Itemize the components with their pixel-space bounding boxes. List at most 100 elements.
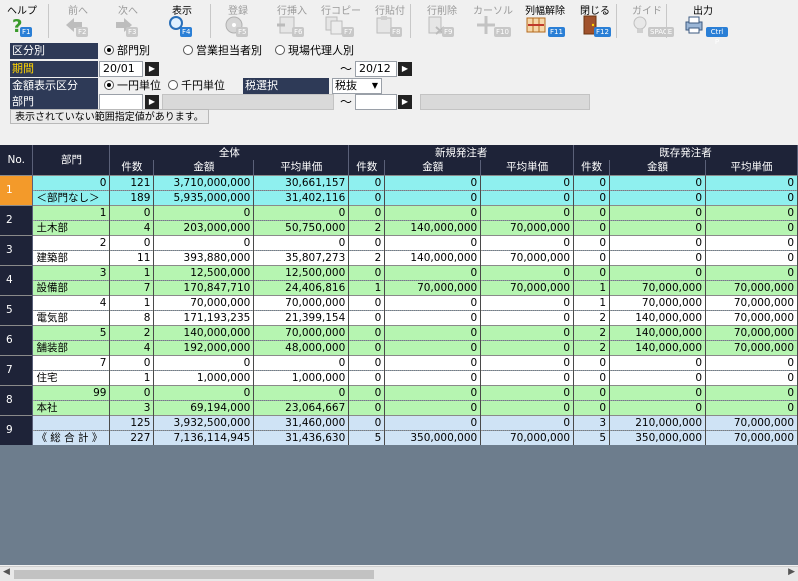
cell-amount: 140,000,000 (384, 249, 482, 265)
bumon-name: 建築部 (32, 249, 111, 265)
toolbar-button-f10[interactable]: カーソル F10 (470, 0, 516, 40)
toolbar-separator (616, 4, 617, 38)
cell-avg: 0 (480, 414, 575, 430)
toolbar-button-f3[interactable]: 次へ F3 (108, 0, 148, 40)
row-number[interactable]: 6 (0, 324, 34, 355)
toolbar-button-f1[interactable]: ヘルプ? F1 (2, 0, 42, 40)
radio-ichien[interactable]: 一円単位 (104, 78, 161, 94)
table-row[interactable]: 本社 3 69,194,000 23,064,667 0 0 0 0 0 0 (0, 399, 798, 415)
toolbar-button-f12[interactable]: 閉じる F12 (574, 0, 616, 40)
table-row[interactable]: 6 5 2 140,000,000 70,000,000 0 0 0 2 140,000,000 7… (0, 324, 798, 355)
table-row[interactable]: 住宅 1 1,000,000 1,000,000 0 0 0 0 0 0 (0, 369, 798, 385)
cell-amount: 0 (384, 339, 482, 355)
table-row[interactable]: 5 4 1 70,000,000 70,000,000 0 0 0 1 70,000,000 70,… (0, 294, 798, 325)
toolbar-button-f9[interactable]: 行削除 F9 (420, 0, 464, 40)
toolbar-button-f8[interactable]: 行貼付 F8 (368, 0, 412, 40)
cell-amount: 0 (153, 234, 255, 250)
function-key-badge: F9 (442, 27, 455, 37)
toolbar-button-f5[interactable]: 登録 F5 (218, 0, 258, 40)
kikan-from-input[interactable]: 20/01 (99, 61, 143, 77)
row-number[interactable]: 4 (0, 264, 34, 295)
radio-senen[interactable]: 千円単位 (168, 78, 225, 94)
cell-avg: 0 (705, 264, 798, 280)
function-key-badge: F2 (76, 27, 89, 37)
header-sub-amount: 金額 (609, 160, 707, 175)
radio-bumon[interactable]: 部門別 (104, 43, 150, 59)
scroll-left-icon[interactable]: ◀ (3, 567, 10, 577)
table-row[interactable]: 舗装部 4 192,000,000 48,000,000 0 0 0 2 140,000,000… (0, 339, 798, 355)
toolbar-button-f4[interactable]: 表示 F4 (162, 0, 202, 40)
row-number[interactable]: 2 (0, 204, 34, 235)
table-row[interactable]: 建築部 11 393,880,000 35,807,273 2 140,000,000 70… (0, 249, 798, 265)
toolbar-button-f6[interactable]: 行挿入 F6 (270, 0, 314, 40)
toolbar-button-space[interactable]: ガイド SPACE (624, 0, 675, 40)
cell-amount: 0 (609, 204, 707, 220)
cell-count: 0 (109, 354, 155, 370)
bumon-name: 土木部 (32, 219, 111, 235)
toolbar-button-ctrl-p[interactable]: 出力 Ctrl P (678, 0, 728, 46)
table-row[interactable]: 8 99 0 0 0 0 0 0 0 0 0 (0, 384, 798, 415)
row-number[interactable]: 8 (0, 384, 34, 415)
cell-count: 0 (573, 174, 611, 190)
zei-select[interactable]: 税抜 ▼ (332, 78, 382, 94)
table-row[interactable]: 設備部 7 170,847,710 24,406,816 1 70,000,000 70,0… (0, 279, 798, 295)
bumon-from-input[interactable] (99, 94, 143, 110)
toolbar-button-f7[interactable]: 行コピー F7 (318, 0, 364, 40)
cell-amount: 69,194,000 (153, 399, 255, 415)
cell-count: 2 (573, 324, 611, 340)
cell-count: 0 (348, 324, 386, 340)
radio-genba[interactable]: 現場代理人別 (275, 43, 354, 59)
bumon-from-lookup-button[interactable]: ▶ (145, 95, 159, 109)
table-row[interactable]: 9 125 3,932,500,000 31,460,000 0 0 0 3 210,000,0… (0, 414, 798, 445)
cell-count: 125 (109, 414, 155, 430)
function-key-badge: F4 (180, 27, 193, 37)
bumon-name: 本社 (32, 399, 111, 415)
toolbar-button-f11[interactable]: 列幅解除 F11 (520, 0, 570, 40)
row-number[interactable]: 9 (0, 414, 34, 445)
cell-avg: 31,460,000 (253, 414, 350, 430)
cell-amount: 350,000,000 (384, 429, 482, 445)
cell-avg: 0 (705, 189, 798, 205)
table-row[interactable]: 4 3 1 12,500,000 12,500,000 0 0 0 0 0 0 (0, 264, 798, 295)
scroll-thumb[interactable] (14, 570, 374, 579)
row-number[interactable]: 5 (0, 294, 34, 325)
horizontal-scrollbar[interactable]: ◀ ▶ (0, 566, 798, 581)
row-number[interactable]: 3 (0, 234, 34, 265)
toolbar-button-f2[interactable]: 前へ F2 (58, 0, 98, 40)
kikan-to-lookup-button[interactable]: ▶ (398, 62, 412, 76)
cell-avg: 1,000,000 (253, 369, 350, 385)
cell-count: 2 (348, 249, 386, 265)
table-row[interactable]: 土木部 4 203,000,000 50,750,000 2 140,000,000 70,… (0, 219, 798, 235)
row-number[interactable]: 7 (0, 354, 34, 385)
table-row[interactable]: ＜部門なし＞ 189 5,935,000,000 31,402,116 0 0 0 0 0 0 (0, 189, 798, 205)
radio-off-icon (183, 45, 193, 55)
bumon-code: 0 (32, 174, 111, 190)
bumon-name: 舗装部 (32, 339, 111, 355)
table-row[interactable]: 77000000000 (0, 354, 798, 385)
scroll-right-icon[interactable]: ▶ (788, 567, 795, 577)
kikan-from-lookup-button[interactable]: ▶ (145, 62, 159, 76)
cell-amount: 140,000,000 (609, 324, 707, 340)
bumon-code: 99 (32, 384, 111, 400)
cell-count: 0 (573, 354, 611, 370)
cell-count: 0 (573, 399, 611, 415)
zei-label: 税選択 (243, 78, 329, 94)
table-row[interactable]: 《 総 合 計 》 227 7,136,114,945 31,436,630 5 350,… (0, 429, 798, 445)
cell-count: 0 (348, 399, 386, 415)
table-row[interactable]: 電気部 8 171,193,235 21,399,154 0 0 0 2 140,000,000… (0, 309, 798, 325)
bumon-to-input[interactable] (355, 94, 397, 110)
kikan-to-input[interactable]: 20/12 (355, 61, 397, 77)
table-row[interactable]: 32000000000 (0, 234, 798, 265)
table-row[interactable]: 1 0 121 3,710,000,000 30,661,157 0 0 0 0 0 0 (0, 174, 798, 205)
cell-avg: 70,000,000 (480, 219, 575, 235)
cell-amount: 70,000,000 (609, 294, 707, 310)
bumon-to-lookup-button[interactable]: ▶ (398, 95, 412, 109)
bumon-code: 1 (32, 204, 111, 220)
cell-amount: 1,000,000 (153, 369, 255, 385)
radio-eigyo[interactable]: 営業担当者別 (183, 43, 262, 59)
cell-avg: 0 (253, 204, 350, 220)
table-row[interactable]: 21000000000 (0, 204, 798, 235)
row-number[interactable]: 1 (0, 174, 34, 205)
cell-avg: 0 (480, 384, 575, 400)
cell-avg: 0 (705, 249, 798, 265)
